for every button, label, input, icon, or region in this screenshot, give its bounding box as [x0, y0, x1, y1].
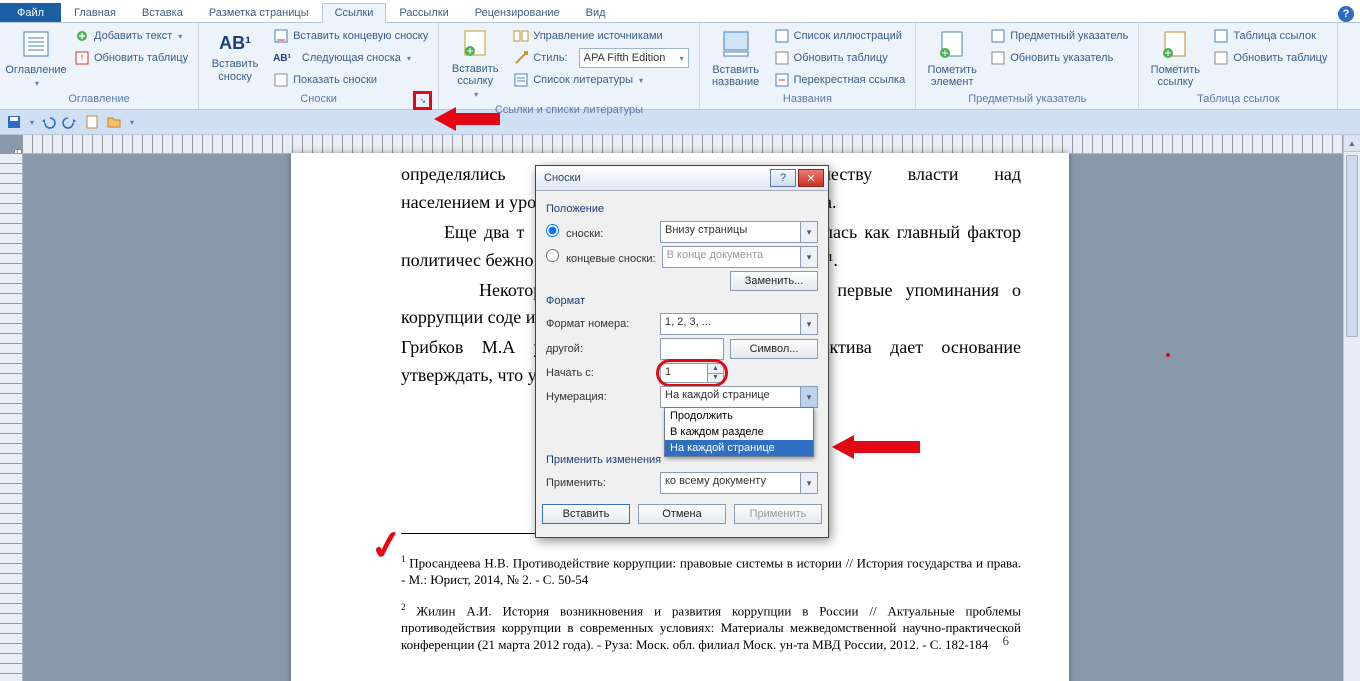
custom-mark-input[interactable] — [660, 338, 724, 360]
dropdown-option[interactable]: На каждой странице — [665, 440, 813, 456]
insert-footnote-button[interactable]: AB¹ Вставить сноску — [205, 25, 265, 91]
annotation-check-icon: ✓ — [367, 521, 407, 571]
annotation-dot — [1166, 353, 1170, 357]
endnotes-radio[interactable]: концевые сноски: — [546, 249, 656, 265]
open-icon[interactable] — [106, 114, 122, 130]
dialog-title: Сноски — [544, 172, 768, 184]
update-toc-button[interactable]: !Обновить таблицу — [70, 47, 192, 69]
footnotes-radio[interactable]: сноски: — [546, 224, 654, 240]
field-label: Нумерация: — [546, 391, 654, 403]
mark-entry-button[interactable]: Пометить элемент — [922, 25, 982, 91]
convert-button[interactable]: Заменить... — [730, 271, 818, 291]
tab-mailings[interactable]: Рассылки — [386, 3, 461, 22]
insert-index-button[interactable]: Предметный указатель — [986, 25, 1132, 47]
field-label: Начать с: — [546, 367, 654, 379]
group-label: Сноски — [300, 93, 337, 105]
mark-citation-button[interactable]: Пометить ссылку — [1145, 25, 1205, 91]
start-at-spinner[interactable]: 1▲▼ — [660, 363, 724, 383]
insert-citation-button[interactable]: Вставить ссылку▾ — [445, 25, 505, 102]
new-doc-icon[interactable] — [84, 114, 100, 130]
bibliography-button[interactable]: Список литературы▾ — [509, 69, 692, 91]
close-button[interactable]: ✕ — [798, 169, 824, 187]
numbering-dropdown: Продолжить В каждом разделе На каждой ст… — [664, 407, 814, 457]
group-label: Предметный указатель — [922, 91, 1132, 109]
vertical-scrollbar[interactable]: ▲ — [1343, 135, 1360, 681]
vertical-ruler[interactable] — [0, 153, 23, 681]
tab-review[interactable]: Рецензирование — [462, 3, 573, 22]
insert-button[interactable]: Вставить — [542, 504, 630, 524]
dropdown-option[interactable]: В каждом разделе — [665, 424, 813, 440]
insert-toa-button[interactable]: Таблица ссылок — [1209, 25, 1331, 47]
show-footnotes-button[interactable]: Показать сноски — [269, 69, 432, 91]
update-index-button[interactable]: Обновить указатель — [986, 47, 1132, 69]
help-button[interactable]: ? — [770, 169, 796, 187]
field-label: Формат номера: — [546, 318, 654, 330]
add-text-button[interactable]: Добавить текст▾ — [70, 25, 192, 47]
citation-style-select[interactable]: Стиль: APA Fifth Edition▾ — [509, 47, 692, 69]
group-label: Таблица ссылок — [1145, 91, 1331, 109]
apply-to-select[interactable]: ко всему документу▾ — [660, 472, 818, 494]
footnotes-dialog: Сноски ? ✕ Положение сноски: Внизу стран… — [535, 165, 829, 538]
annotation-arrow — [832, 435, 920, 459]
footnotes-location-select[interactable]: Внизу страницы▾ — [660, 221, 818, 243]
cancel-button[interactable]: Отмена — [638, 504, 726, 524]
qat-dropdown[interactable]: ▾ — [30, 118, 34, 127]
ribbon-tabs: Файл Главная Вставка Разметка страницы С… — [0, 0, 1360, 23]
group-label: Оглавление — [6, 91, 192, 109]
apply-button[interactable]: Применить — [734, 504, 822, 524]
ribbon: Оглавление▾ Добавить текст▾ !Обновить та… — [0, 23, 1360, 110]
save-icon[interactable] — [6, 114, 22, 130]
next-footnote-button[interactable]: AB¹ Следующая сноска▾ — [269, 47, 432, 69]
number-format-select[interactable]: 1, 2, 3, ...▾ — [660, 313, 818, 335]
endnotes-location-select: В конце документа▾ — [662, 246, 818, 268]
field-label: другой: — [546, 343, 654, 355]
update-captions-button[interactable]: Обновить таблицу — [770, 47, 910, 69]
horizontal-ruler[interactable] — [22, 135, 1348, 154]
insert-endnote-button[interactable]: Вставить концевую сноску — [269, 25, 432, 47]
insert-caption-button[interactable]: Вставить название — [706, 25, 766, 91]
tab-view[interactable]: Вид — [573, 3, 619, 22]
section-label: Формат — [546, 295, 818, 307]
scroll-up-icon[interactable]: ▲ — [1344, 135, 1360, 152]
symbol-button[interactable]: Символ... — [730, 339, 818, 359]
scroll-thumb[interactable] — [1346, 155, 1358, 337]
cross-reference-button[interactable]: Перекрестная ссылка — [770, 69, 910, 91]
tab-insert[interactable]: Вставка — [129, 3, 196, 22]
tab-layout[interactable]: Разметка страницы — [196, 3, 322, 22]
help-icon[interactable]: ? — [1338, 6, 1354, 22]
footnotes-dialog-launcher[interactable]: ↘ — [415, 93, 430, 108]
redo-icon[interactable] — [62, 114, 78, 130]
numbering-select[interactable]: На каждой странице▾ — [660, 386, 818, 408]
group-label: Названия — [706, 91, 910, 109]
list-illustrations-button[interactable]: Список иллюстраций — [770, 25, 910, 47]
manage-sources-button[interactable]: Управление источниками — [509, 25, 692, 47]
tab-references[interactable]: Ссылки — [322, 3, 387, 23]
toc-button[interactable]: Оглавление▾ — [6, 25, 66, 91]
footnotes[interactable]: 1 Просандеева Н.В. Противодействие корру… — [401, 541, 1021, 667]
page-number: 6 — [1003, 633, 1010, 649]
annotation-arrow — [434, 107, 500, 131]
tab-file[interactable]: Файл — [0, 3, 61, 22]
dialog-titlebar[interactable]: Сноски ? ✕ — [536, 166, 828, 191]
qat-customize[interactable]: ▾ — [130, 118, 134, 127]
field-label: Применить: — [546, 477, 654, 489]
svg-text:!: ! — [81, 53, 84, 63]
section-label: Положение — [546, 203, 818, 215]
dropdown-option[interactable]: Продолжить — [665, 408, 813, 424]
undo-icon[interactable] — [40, 114, 56, 130]
update-toa-button[interactable]: Обновить таблицу — [1209, 47, 1331, 69]
tab-home[interactable]: Главная — [61, 3, 129, 22]
